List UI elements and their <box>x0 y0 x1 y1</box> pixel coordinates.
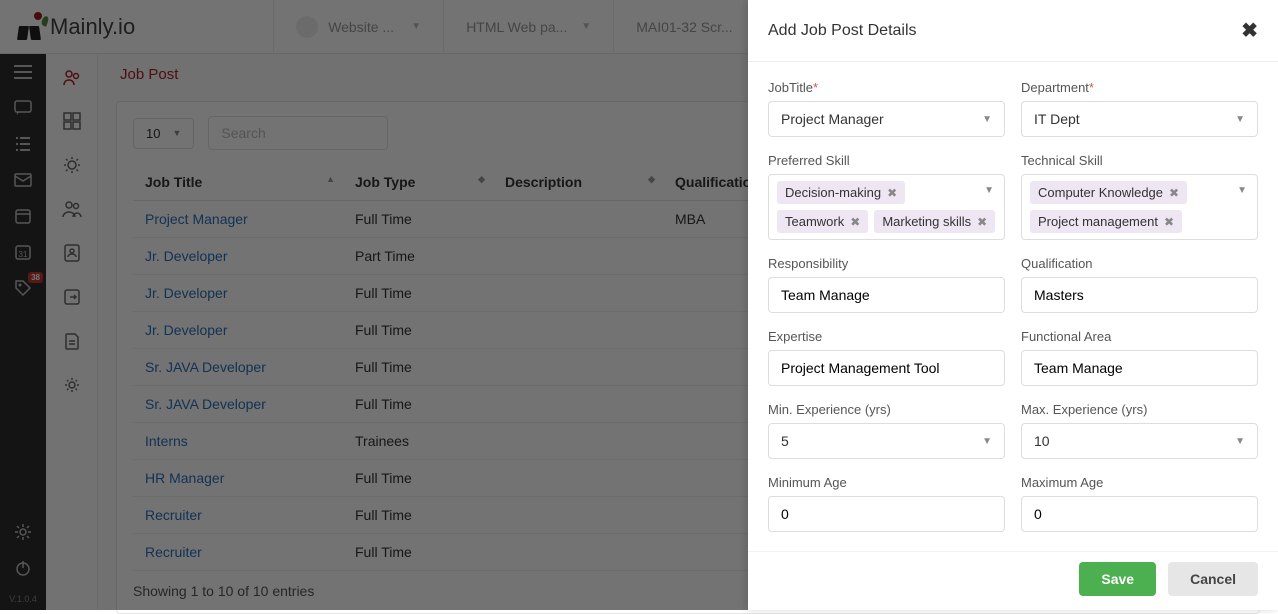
min-exp-label: Min. Experience (yrs) <box>768 402 1005 417</box>
min-age-input[interactable] <box>768 496 1005 532</box>
department-label: Department* <box>1021 80 1258 95</box>
max-age-label: Maximum Age <box>1021 475 1258 490</box>
jobtitle-label: JobTitle* <box>768 80 1005 95</box>
skill-tag: Computer Knowledge✖ <box>1030 181 1187 204</box>
remove-tag-icon[interactable]: ✖ <box>1164 215 1174 229</box>
skill-tag: Teamwork✖ <box>777 210 868 233</box>
responsibility-input[interactable] <box>768 277 1005 313</box>
skill-tag: Marketing skills✖ <box>874 210 995 233</box>
technical-skill-tags[interactable]: Computer Knowledge✖ Project management✖ ▼ <box>1021 174 1258 240</box>
min-exp-select[interactable]: 5▼ <box>768 423 1005 459</box>
qualification-label: Qualification <box>1021 256 1258 271</box>
remove-tag-icon[interactable]: ✖ <box>1169 186 1179 200</box>
preferred-skill-tags[interactable]: Decision-making✖ Teamwork✖ Marketing skill… <box>768 174 1005 240</box>
qualification-input[interactable] <box>1021 277 1258 313</box>
technical-skill-label: Technical Skill <box>1021 153 1258 168</box>
preferred-skill-label: Preferred Skill <box>768 153 1005 168</box>
expertise-input[interactable] <box>768 350 1005 386</box>
chevron-down-icon: ▼ <box>1237 185 1247 196</box>
save-button[interactable]: Save <box>1079 562 1156 596</box>
close-icon[interactable]: ✖ <box>1241 18 1258 43</box>
remove-tag-icon[interactable]: ✖ <box>850 215 860 229</box>
responsibility-label: Responsibility <box>768 256 1005 271</box>
add-job-drawer: Add Job Post Details ✖ JobTitle* Project… <box>748 0 1278 610</box>
chevron-down-icon: ▼ <box>1235 436 1245 447</box>
chevron-down-icon: ▼ <box>982 436 992 447</box>
max-age-input[interactable] <box>1021 496 1258 532</box>
functional-area-input[interactable] <box>1021 350 1258 386</box>
jobtitle-select[interactable]: Project Manager▼ <box>768 101 1005 137</box>
chevron-down-icon: ▼ <box>1235 114 1245 125</box>
remove-tag-icon[interactable]: ✖ <box>887 186 897 200</box>
chevron-down-icon: ▼ <box>982 114 992 125</box>
drawer-title: Add Job Post Details <box>768 22 917 40</box>
remove-tag-icon[interactable]: ✖ <box>977 215 987 229</box>
max-exp-label: Max. Experience (yrs) <box>1021 402 1258 417</box>
max-exp-select[interactable]: 10▼ <box>1021 423 1258 459</box>
department-select[interactable]: IT Dept▼ <box>1021 101 1258 137</box>
skill-tag: Project management✖ <box>1030 210 1182 233</box>
functional-area-label: Functional Area <box>1021 329 1258 344</box>
skill-tag: Decision-making✖ <box>777 181 905 204</box>
min-age-label: Minimum Age <box>768 475 1005 490</box>
chevron-down-icon: ▼ <box>984 185 994 196</box>
expertise-label: Expertise <box>768 329 1005 344</box>
cancel-button[interactable]: Cancel <box>1168 562 1258 596</box>
